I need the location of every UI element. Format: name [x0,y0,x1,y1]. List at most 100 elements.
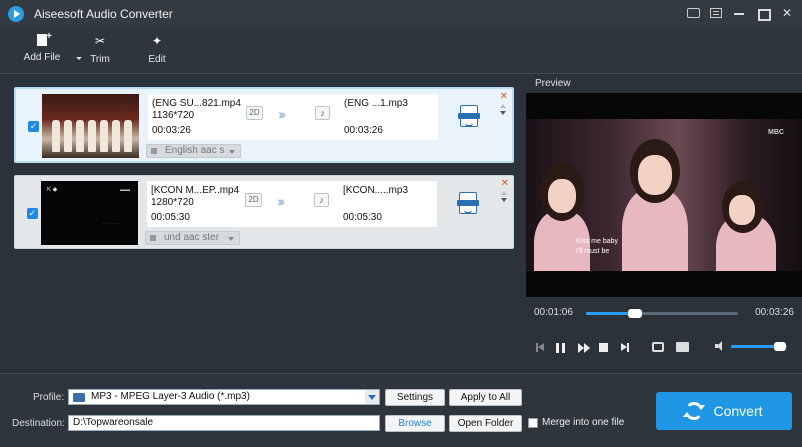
convert-icon [683,402,706,420]
convert-button[interactable]: Convert [656,392,792,430]
add-file-dropdown-icon[interactable] [76,57,82,60]
video-letterbox-top [526,93,802,119]
toolbar: Add File ✂ Trim ✦ Edit [0,28,802,74]
output-filename[interactable]: [KCON.....mp3 [343,185,408,196]
trim-button[interactable]: ✂ Trim [86,34,114,65]
broadcaster-logo: MBC [768,129,784,136]
audio-track-value: English aac s [165,145,225,156]
convert-label: Convert [713,403,763,419]
maximize-icon[interactable] [756,6,771,21]
add-file-button[interactable]: Add File [16,30,82,63]
profile-value: MP3 - MPEG Layer-3 Audio (*.mp3) [91,391,250,402]
seek-handle[interactable] [627,309,642,318]
file-info: [KCON M...EP..mp4 1280*720 00:05:30 2D ›… [147,181,437,227]
volume-handle[interactable] [774,342,787,351]
2d-3d-button[interactable]: 2D [245,193,262,207]
file-checkbox[interactable]: ✓ [27,208,38,219]
move-down-icon[interactable] [500,111,506,115]
apply-to-all-button[interactable]: Apply to All [449,389,522,406]
speaker-icon [151,148,157,154]
minimize-icon[interactable] [732,6,746,20]
open-folder-button[interactable]: Open Folder [449,415,522,432]
seek-slider[interactable] [586,309,738,318]
source-filename: [KCON M...EP..mp4 [151,185,240,196]
mp3-format-icon[interactable] [458,105,480,127]
audio-track-dropdown[interactable]: und aac ster [145,231,240,245]
music-note-icon[interactable]: ♪ [315,106,330,120]
mp3-icon [73,393,85,402]
convert-arrows-icon: ››› [277,193,285,209]
title-bar: Aiseesoft Audio Converter ✕ [0,0,802,28]
file-list: ✓ (ENG SU...821.mp4 1136*720 00:03:26 2D… [0,75,524,371]
next-icon[interactable] [621,343,629,352]
profile-label: Profile: [33,392,65,403]
trim-label: Trim [90,54,110,65]
source-resolution: 1136*720 [152,110,195,121]
video-letterbox-bottom [526,271,802,297]
previous-icon[interactable] [536,343,544,352]
file-thumbnail [42,94,139,158]
output-settings-bar: Profile: MP3 - MPEG Layer-3 Audio (*.mp3… [0,373,802,447]
volume-slider[interactable] [731,342,787,351]
stop-icon[interactable] [599,343,608,352]
current-time: 00:01:06 [534,307,573,318]
move-up-icon[interactable] [501,191,507,195]
source-duration: 00:03:26 [152,125,191,136]
merge-checkbox[interactable] [528,418,538,428]
close-icon[interactable]: ✕ [780,6,794,20]
audio-track-value: und aac ster [164,232,220,243]
file-row[interactable]: ✓ (ENG SU...821.mp4 1136*720 00:03:26 2D… [14,87,514,163]
output-filename[interactable]: (ENG ...1.mp3 [344,98,408,109]
edit-button[interactable]: ✦ Edit [143,34,171,65]
window-title: Aiseesoft Audio Converter [34,7,173,21]
speaker-icon [150,235,156,241]
scissors-icon: ✂ [94,34,106,48]
audio-track-dropdown[interactable]: English aac s [146,144,241,158]
remove-file-icon[interactable]: ✕ [501,178,509,189]
merge-label: Merge into one file [542,417,625,428]
file-row[interactable]: ✓ K ◆ ▬▬ · · · · · · [KCON M...EP..mp4 1… [14,175,514,249]
music-note-icon[interactable]: ♪ [314,193,329,207]
magic-wand-icon: ✦ [151,34,163,48]
video-subtitle: Kiss me baby I'll must be [576,238,619,255]
preview-label: Preview [527,75,802,93]
chevron-down-icon [228,237,234,241]
destination-input[interactable]: D:\Topwareonsale [68,415,380,431]
source-duration: 00:05:30 [151,212,190,223]
volume-level [731,345,781,348]
feedback-icon[interactable] [687,8,700,18]
convert-arrows-icon: ››› [278,106,286,122]
folder-icon[interactable] [676,342,689,352]
chevron-down-icon [229,150,235,154]
menu-icon[interactable] [710,8,722,18]
move-down-icon[interactable] [501,198,507,202]
source-filename: (ENG SU...821.mp4 [152,98,241,109]
volume-icon[interactable] [715,341,725,351]
chevron-down-icon[interactable] [365,390,379,404]
2d-3d-button[interactable]: 2D [246,106,263,120]
move-up-icon[interactable] [500,104,506,108]
pause-icon[interactable] [556,343,565,353]
settings-button[interactable]: Settings [385,389,445,406]
profile-dropdown[interactable]: MP3 - MPEG Layer-3 Audio (*.mp3) [68,389,380,405]
output-duration: 00:03:26 [344,125,383,136]
time-bar: 00:01:06 00:03:26 [526,297,802,327]
preview-video[interactable]: MBC Kiss me baby I'll must be [526,119,802,271]
player-controls [526,327,802,371]
add-file-icon [37,30,52,46]
file-info: (ENG SU...821.mp4 1136*720 00:03:26 2D ›… [148,94,438,140]
add-file-label: Add File [23,52,61,63]
total-time: 00:03:26 [755,307,794,318]
destination-label: Destination: [12,418,65,429]
mp3-format-icon[interactable] [457,192,479,214]
edit-label: Edit [148,54,166,65]
file-thumbnail: K ◆ ▬▬ · · · · · · [41,181,138,245]
remove-file-icon[interactable]: ✕ [500,91,508,102]
app-logo-icon [8,6,24,22]
browse-button[interactable]: Browse [385,415,445,432]
fast-forward-icon[interactable] [578,343,590,353]
output-duration: 00:05:30 [343,212,382,223]
snapshot-icon[interactable] [652,342,664,352]
window-controls: ✕ [687,6,794,21]
file-checkbox[interactable]: ✓ [28,121,39,132]
